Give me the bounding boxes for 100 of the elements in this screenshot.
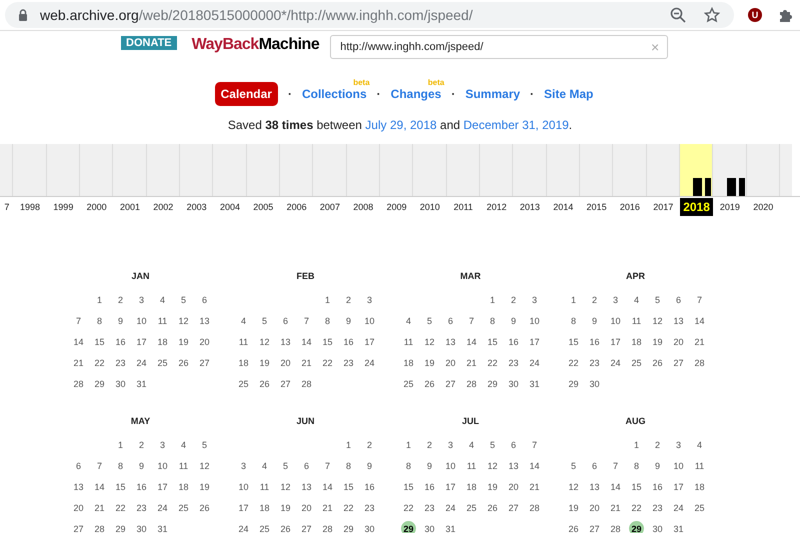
calendar-day: 3 — [152, 434, 173, 455]
calendar-day: 6 — [503, 434, 524, 455]
calendar-day: 27 — [68, 518, 89, 533]
calendar-day: 4 — [254, 455, 275, 476]
year-label[interactable]: 2014 — [546, 202, 580, 212]
calendar-day: 30 — [584, 373, 605, 394]
calendar-day: 26 — [647, 352, 668, 373]
capture-histogram[interactable] — [726, 178, 745, 196]
calendar-day: 26 — [482, 497, 503, 518]
year-label[interactable]: 2003 — [180, 202, 214, 212]
calendar-day: 12 — [419, 331, 440, 352]
calendar-day: 1 — [563, 289, 584, 310]
calendar-day: 15 — [482, 331, 503, 352]
year-label[interactable]: 2006 — [280, 202, 314, 212]
extension-icon[interactable]: U — [748, 8, 762, 22]
year-label[interactable]: 2001 — [113, 202, 147, 212]
calendar-day: 3 — [233, 455, 254, 476]
calendar-day: 23 — [503, 352, 524, 373]
year-label[interactable]: 2020 — [746, 202, 780, 212]
url-search-field[interactable]: http://www.inghh.com/jspeed/ × — [330, 35, 668, 59]
calendar-day: 24 — [668, 497, 689, 518]
calendar-day[interactable]: 29 — [401, 521, 416, 533]
year-label[interactable]: 7 — [0, 202, 14, 212]
calendar-day: 23 — [359, 497, 380, 518]
year-label[interactable]: 2018 — [680, 198, 714, 216]
calendar-day: 10 — [668, 455, 689, 476]
calendar-day: 2 — [503, 289, 524, 310]
calendar-day: 4 — [461, 434, 482, 455]
calendar-day: 30 — [131, 518, 152, 533]
calendar-day: 10 — [440, 455, 461, 476]
zoom-out-icon[interactable] — [670, 7, 686, 23]
year-label[interactable]: 2010 — [413, 202, 447, 212]
star-icon[interactable] — [704, 7, 720, 23]
year-label[interactable]: 2007 — [313, 202, 347, 212]
year-label[interactable]: 1998 — [13, 202, 47, 212]
year-label[interactable]: 1999 — [46, 202, 80, 212]
year-label[interactable]: 2004 — [213, 202, 247, 212]
year-label[interactable]: 2016 — [613, 202, 647, 212]
calendar-day: 21 — [68, 352, 89, 373]
nav-tab[interactable]: Calendar — [214, 82, 278, 106]
calendar-day: 4 — [173, 434, 194, 455]
calendar-day: 27 — [194, 352, 215, 373]
calendar-day: 9 — [503, 310, 524, 331]
calendar-day: 14 — [317, 476, 338, 497]
calendar-day: 7 — [461, 310, 482, 331]
first-capture-link[interactable]: July 29, 2018 — [365, 118, 437, 132]
calendar-day: 20 — [584, 497, 605, 518]
calendar-day: 22 — [338, 497, 359, 518]
wayback-logo[interactable]: WayBackMachine — [192, 33, 320, 57]
calendar-day: 19 — [194, 476, 215, 497]
calendar-day: 14 — [524, 455, 545, 476]
calendar-day: 29 — [338, 518, 359, 533]
calendar-day: 26 — [563, 518, 584, 533]
year-label[interactable]: 2017 — [646, 202, 680, 212]
calendar-day: 21 — [605, 497, 626, 518]
year-label[interactable]: 2009 — [380, 202, 414, 212]
calendar-day: 24 — [233, 518, 254, 533]
year-label[interactable]: 2008 — [346, 202, 380, 212]
calendar-day: 23 — [419, 497, 440, 518]
capture-histogram[interactable] — [693, 178, 712, 196]
calendar-day: 9 — [131, 455, 152, 476]
calendar-day: 13 — [275, 331, 296, 352]
timeline-year-column[interactable] — [680, 144, 714, 196]
calendar-day: 17 — [359, 331, 380, 352]
donate-button[interactable]: DONATE — [121, 36, 177, 50]
month-title: FEB — [296, 271, 316, 283]
calendar-day: 15 — [398, 476, 419, 497]
month-title: MAY — [130, 416, 152, 428]
address-bar[interactable]: web.archive.org/web/20180515000000*/http://www.inghh.com/jspeed/ — [5, 2, 734, 28]
year-label[interactable]: 2019 — [713, 202, 747, 212]
last-capture-link[interactable]: December 31, 2019 — [463, 118, 569, 132]
calendar-day: 1 — [89, 289, 110, 310]
calendar-day: 28 — [68, 373, 89, 394]
calendar-day: 20 — [668, 331, 689, 352]
calendar-day: 2 — [359, 434, 380, 455]
calendar-day: 26 — [194, 497, 215, 518]
year-label[interactable]: 2015 — [580, 202, 614, 212]
year-label[interactable]: 2005 — [246, 202, 280, 212]
calendar-day[interactable]: 29 — [629, 521, 644, 533]
calendar-day: 10 — [233, 476, 254, 497]
calendar-day: 23 — [584, 352, 605, 373]
puzzle-icon[interactable] — [778, 7, 794, 23]
year-label[interactable]: 2000 — [80, 202, 114, 212]
address-url: web.archive.org/web/20180515000000*/http://www.inghh.com/jspeed/ — [40, 7, 474, 23]
year-label[interactable]: 2013 — [513, 202, 547, 212]
calendar-day: 19 — [647, 331, 668, 352]
calendar-day: 19 — [173, 331, 194, 352]
calendar-day: 7 — [68, 310, 89, 331]
year-label[interactable]: 2011 — [446, 202, 480, 212]
year-label[interactable]: 2012 — [480, 202, 514, 212]
month-title: JUN — [295, 416, 316, 428]
year-label[interactable]: 2002 — [146, 202, 180, 212]
calendar-day: 30 — [503, 373, 524, 394]
calendar-day: 25 — [626, 352, 647, 373]
nav-tab[interactable]: Site Map — [544, 87, 594, 101]
calendar-day: 16 — [584, 331, 605, 352]
calendar-day: 3 — [131, 289, 152, 310]
nav-tab[interactable]: Summary — [465, 87, 520, 101]
calendar-day: 26 — [254, 373, 275, 394]
calendar-day: 24 — [152, 497, 173, 518]
